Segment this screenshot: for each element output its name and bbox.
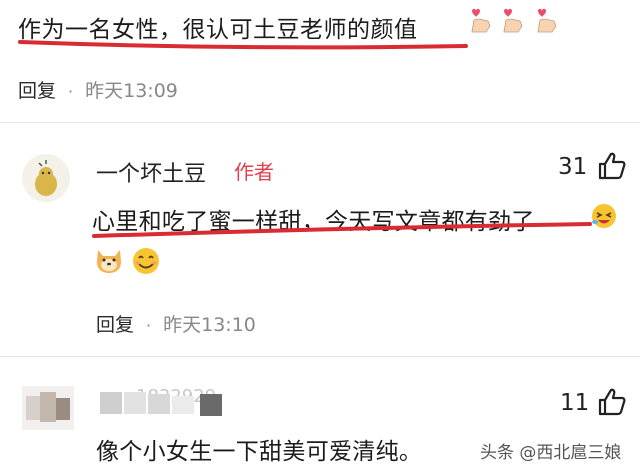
heart-hand-icon [503, 8, 523, 33]
dog-emoji-icon [97, 250, 121, 273]
separator: · [146, 316, 152, 335]
avatar[interactable] [22, 154, 70, 202]
blurred-avatar[interactable] [22, 386, 74, 430]
red-underline [18, 40, 468, 50]
like-count: 31 [558, 154, 588, 180]
watermark: 头条 @西北扈三娘 [480, 443, 622, 463]
smile-emoji-icon [133, 248, 159, 274]
author-name[interactable]: 一个坏土豆 [96, 156, 206, 188]
comment-actions: 回复 · 昨天13:10 [96, 310, 256, 337]
comment-text: 像个小女生一下甜美可爱清纯。 [96, 439, 423, 465]
thumbs-up-icon[interactable] [596, 150, 628, 182]
reply-button[interactable]: 回复 [18, 80, 56, 102]
potato-avatar-icon [35, 160, 57, 196]
reply-button[interactable]: 回复 [96, 314, 134, 336]
laughing-emoji-icon [592, 204, 616, 228]
divider [0, 122, 640, 123]
heart-hand-icon [471, 8, 491, 33]
timestamp: 昨天13:10 [163, 314, 256, 336]
timestamp: 昨天13:09 [85, 80, 178, 102]
separator: · [68, 82, 74, 101]
heart-hand-icon [537, 8, 557, 33]
masked-author-name[interactable]: 1832929 [96, 386, 248, 422]
comment-actions: 回复 · 昨天13:09 [18, 76, 178, 103]
divider [0, 356, 640, 357]
thumbs-up-icon[interactable] [596, 386, 628, 418]
red-underline [92, 222, 592, 238]
like-count: 11 [560, 390, 590, 416]
author-badge: 作者 [234, 160, 274, 184]
